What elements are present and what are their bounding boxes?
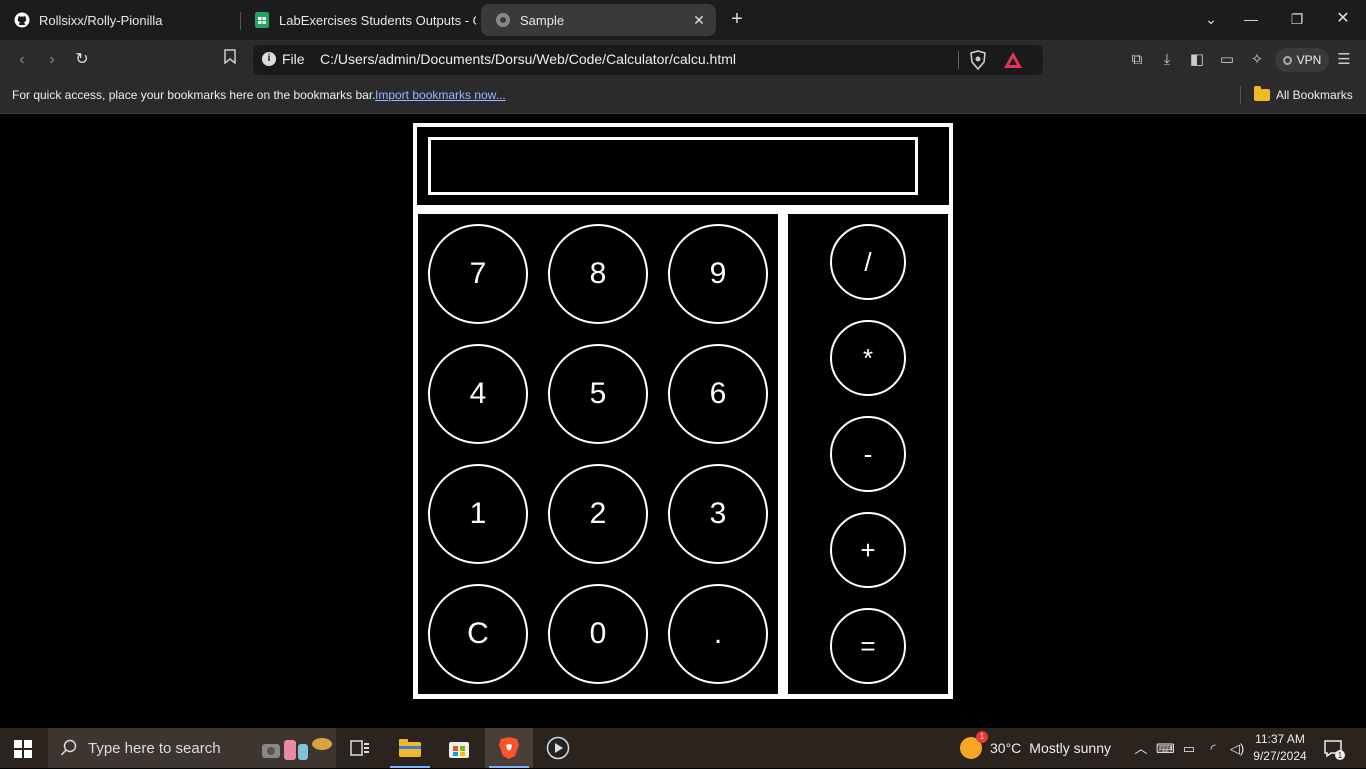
battery-icon[interactable]: ▭ xyxy=(1180,740,1198,758)
wallet-icon[interactable]: ▭ xyxy=(1217,50,1237,70)
google-sheets-icon xyxy=(254,12,270,28)
bookmarks-separator xyxy=(1240,86,1241,104)
tab-title: Sample xyxy=(520,12,565,28)
sunny-weather-icon: 1 xyxy=(960,731,988,759)
meet-now-icon[interactable]: ⌨ xyxy=(1156,740,1175,758)
key-5[interactable]: 5 xyxy=(548,344,648,444)
clock-time: 11:37 AM xyxy=(1255,732,1305,746)
calculator-display[interactable] xyxy=(428,137,918,195)
downloads-icon[interactable]: ⤓ xyxy=(1157,50,1177,70)
key-0[interactable]: 0 xyxy=(548,584,648,684)
key-4[interactable]: 4 xyxy=(428,344,528,444)
key-equals[interactable]: = xyxy=(830,608,906,684)
key-multiply[interactable]: * xyxy=(830,320,906,396)
address-scheme: File xyxy=(282,51,305,67)
tab-sample[interactable]: Sample ✕ xyxy=(481,4,716,36)
key-add[interactable]: + xyxy=(830,512,906,588)
key-divide[interactable]: / xyxy=(830,224,906,300)
media-player-icon[interactable] xyxy=(534,728,582,768)
windows-start-icon[interactable] xyxy=(14,740,32,758)
key-2[interactable]: 2 xyxy=(548,464,648,564)
back-icon[interactable]: ‹ xyxy=(11,49,33,71)
vpn-status-icon xyxy=(1282,55,1292,65)
key-decimal[interactable]: . xyxy=(668,584,768,684)
key-7[interactable]: 7 xyxy=(428,224,528,324)
tab-lab-exercises[interactable]: LabExercises Students Outputs - Go xyxy=(240,4,476,36)
notification-count: 1 xyxy=(1338,751,1343,760)
notification-center-icon[interactable]: 1 xyxy=(1323,738,1345,760)
microsoft-store-icon[interactable] xyxy=(435,728,483,768)
volume-icon[interactable]: ◁) xyxy=(1228,740,1246,758)
brave-rewards-icon[interactable] xyxy=(1003,50,1023,70)
close-tab-icon[interactable]: ✕ xyxy=(690,11,708,29)
key-subtract[interactable]: - xyxy=(830,416,906,492)
sidebar-icon[interactable]: ◧ xyxy=(1187,50,1207,70)
forward-icon[interactable]: › xyxy=(41,49,63,71)
minimize-icon[interactable]: — xyxy=(1240,8,1262,30)
brave-shields-icon[interactable] xyxy=(969,50,987,71)
search-icon xyxy=(60,739,78,757)
key-6[interactable]: 6 xyxy=(668,344,768,444)
vpn-button[interactable]: VPN xyxy=(1275,48,1329,72)
key-clear[interactable]: C xyxy=(428,584,528,684)
bookmark-icon[interactable] xyxy=(219,49,241,71)
globe-icon xyxy=(495,12,511,28)
tab-github[interactable]: Rollsixx/Rolly-Pionilla xyxy=(0,4,240,36)
clock-date: 9/27/2024 xyxy=(1253,749,1307,763)
wifi-icon[interactable]: ◜ xyxy=(1204,740,1222,758)
address-separator xyxy=(958,51,959,69)
task-view-icon[interactable] xyxy=(336,728,384,768)
tab-title: Rollsixx/Rolly-Pionilla xyxy=(39,12,163,28)
tab-search-icon[interactable]: ⌄ xyxy=(1200,8,1222,30)
key-3[interactable]: 3 xyxy=(668,464,768,564)
bookmarks-hint-text: For quick access, place your bookmarks h… xyxy=(12,88,376,102)
taskbar-clock[interactable]: 11:37 AM 9/27/2024 xyxy=(1250,731,1310,765)
key-8[interactable]: 8 xyxy=(548,224,648,324)
folder-icon xyxy=(1254,86,1270,101)
github-icon xyxy=(14,12,30,28)
info-icon[interactable]: i xyxy=(262,52,276,66)
weather-description: Mostly sunny xyxy=(1029,740,1111,756)
key-1[interactable]: 1 xyxy=(428,464,528,564)
weather-temperature: 30°C xyxy=(990,740,1022,756)
leo-ai-icon[interactable]: ✧ xyxy=(1247,50,1267,70)
weather-widget[interactable]: 1 30°C Mostly sunny xyxy=(960,731,1111,760)
menu-icon[interactable]: ☰ xyxy=(1334,50,1354,70)
close-window-icon[interactable]: ✕ xyxy=(1332,8,1354,30)
all-bookmarks-button[interactable]: All Bookmarks xyxy=(1254,86,1353,104)
extensions-icon[interactable]: ⧉ xyxy=(1127,50,1147,70)
key-9[interactable]: 9 xyxy=(668,224,768,324)
show-hidden-icons-icon[interactable]: ︿ xyxy=(1132,740,1150,758)
brave-browser-icon[interactable] xyxy=(485,728,533,768)
search-placeholder: Type here to search xyxy=(88,739,221,757)
all-bookmarks-label: All Bookmarks xyxy=(1276,88,1353,102)
file-explorer-icon[interactable] xyxy=(386,728,434,768)
tab-title: LabExercises Students Outputs - Go xyxy=(279,12,476,28)
reload-icon[interactable]: ↻ xyxy=(71,49,93,71)
search-highlight-image xyxy=(258,732,334,764)
address-url[interactable]: C:/Users/admin/Documents/Dorsu/Web/Code/… xyxy=(320,51,736,67)
weather-badge: 1 xyxy=(976,731,988,743)
restore-icon[interactable]: ❐ xyxy=(1286,8,1308,30)
new-tab-icon[interactable]: + xyxy=(726,8,748,30)
vpn-label: VPN xyxy=(1296,53,1322,67)
import-bookmarks-link[interactable]: Import bookmarks now... xyxy=(375,88,506,102)
